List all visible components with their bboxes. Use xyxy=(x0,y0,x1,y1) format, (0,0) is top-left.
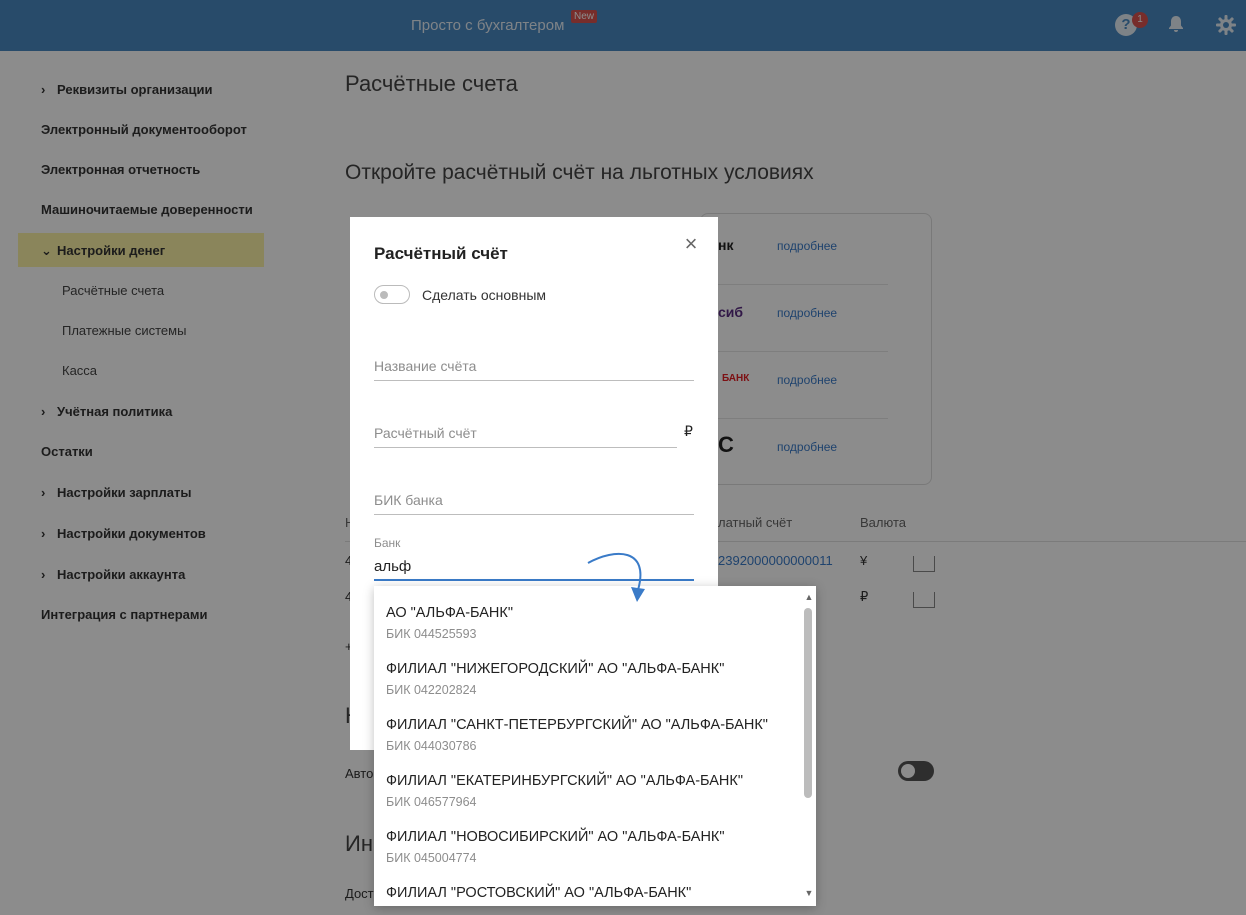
bank-field xyxy=(374,553,694,581)
close-icon[interactable]: × xyxy=(680,233,702,255)
bank-bik: БИК 046577964 xyxy=(386,795,477,809)
bank-input[interactable] xyxy=(374,553,694,579)
arrow-up-icon[interactable]: ▲ xyxy=(804,592,814,602)
list-item[interactable]: АО "АЛЬФА-БАНК" БИК 044525593 xyxy=(386,605,796,661)
list-item[interactable]: ФИЛИАЛ "НИЖЕГОРОДСКИЙ" АО "АЛЬФА-БАНК" Б… xyxy=(386,661,796,717)
bank-bik: БИК 042202824 xyxy=(386,683,477,697)
account-number-input[interactable] xyxy=(374,420,677,446)
scrollbar-thumb[interactable] xyxy=(804,608,812,798)
bank-name: ФИЛИАЛ "ЕКАТЕРИНБУРГСКИЙ" АО "АЛЬФА-БАНК… xyxy=(386,773,743,789)
list-item[interactable]: ФИЛИАЛ "РОСТОВСКИЙ" АО "АЛЬФА-БАНК" xyxy=(386,885,796,906)
bank-name: АО "АЛЬФА-БАНК" xyxy=(386,605,513,621)
account-name-field xyxy=(374,353,694,381)
bik-input[interactable] xyxy=(374,487,694,513)
bank-bik: БИК 045004774 xyxy=(386,851,477,865)
make-primary-switch[interactable] xyxy=(374,285,410,304)
account-number-field xyxy=(374,420,677,448)
bank-bik: БИК 044030786 xyxy=(386,739,477,753)
bank-name: ФИЛИАЛ "НОВОСИБИРСКИЙ" АО "АЛЬФА-БАНК" xyxy=(386,829,725,845)
bank-name: ФИЛИАЛ "САНКТ-ПЕТЕРБУРГСКИЙ" АО "АЛЬФА-Б… xyxy=(386,717,768,733)
list-item[interactable]: ФИЛИАЛ "НОВОСИБИРСКИЙ" АО "АЛЬФА-БАНК" Б… xyxy=(386,829,796,885)
currency-symbol: ₽ xyxy=(684,423,693,439)
bank-bik: БИК 044525593 xyxy=(386,627,477,641)
bank-label: Банк xyxy=(374,536,401,550)
bik-field xyxy=(374,487,694,515)
modal-title: Расчётный счёт xyxy=(374,244,508,263)
list-item[interactable]: ФИЛИАЛ "САНКТ-ПЕТЕРБУРГСКИЙ" АО "АЛЬФА-Б… xyxy=(386,717,796,773)
make-primary-label: Сделать основным xyxy=(422,287,547,303)
account-name-input[interactable] xyxy=(374,353,694,379)
list-item[interactable]: ФИЛИАЛ "ЕКАТЕРИНБУРГСКИЙ" АО "АЛЬФА-БАНК… xyxy=(386,773,796,829)
arrow-down-icon[interactable]: ▼ xyxy=(804,888,814,898)
bank-name: ФИЛИАЛ "НИЖЕГОРОДСКИЙ" АО "АЛЬФА-БАНК" xyxy=(386,661,725,677)
bank-suggestions-dropdown: АО "АЛЬФА-БАНК" БИК 044525593 ФИЛИАЛ "НИ… xyxy=(374,586,816,906)
bank-name: ФИЛИАЛ "РОСТОВСКИЙ" АО "АЛЬФА-БАНК" xyxy=(386,885,692,901)
